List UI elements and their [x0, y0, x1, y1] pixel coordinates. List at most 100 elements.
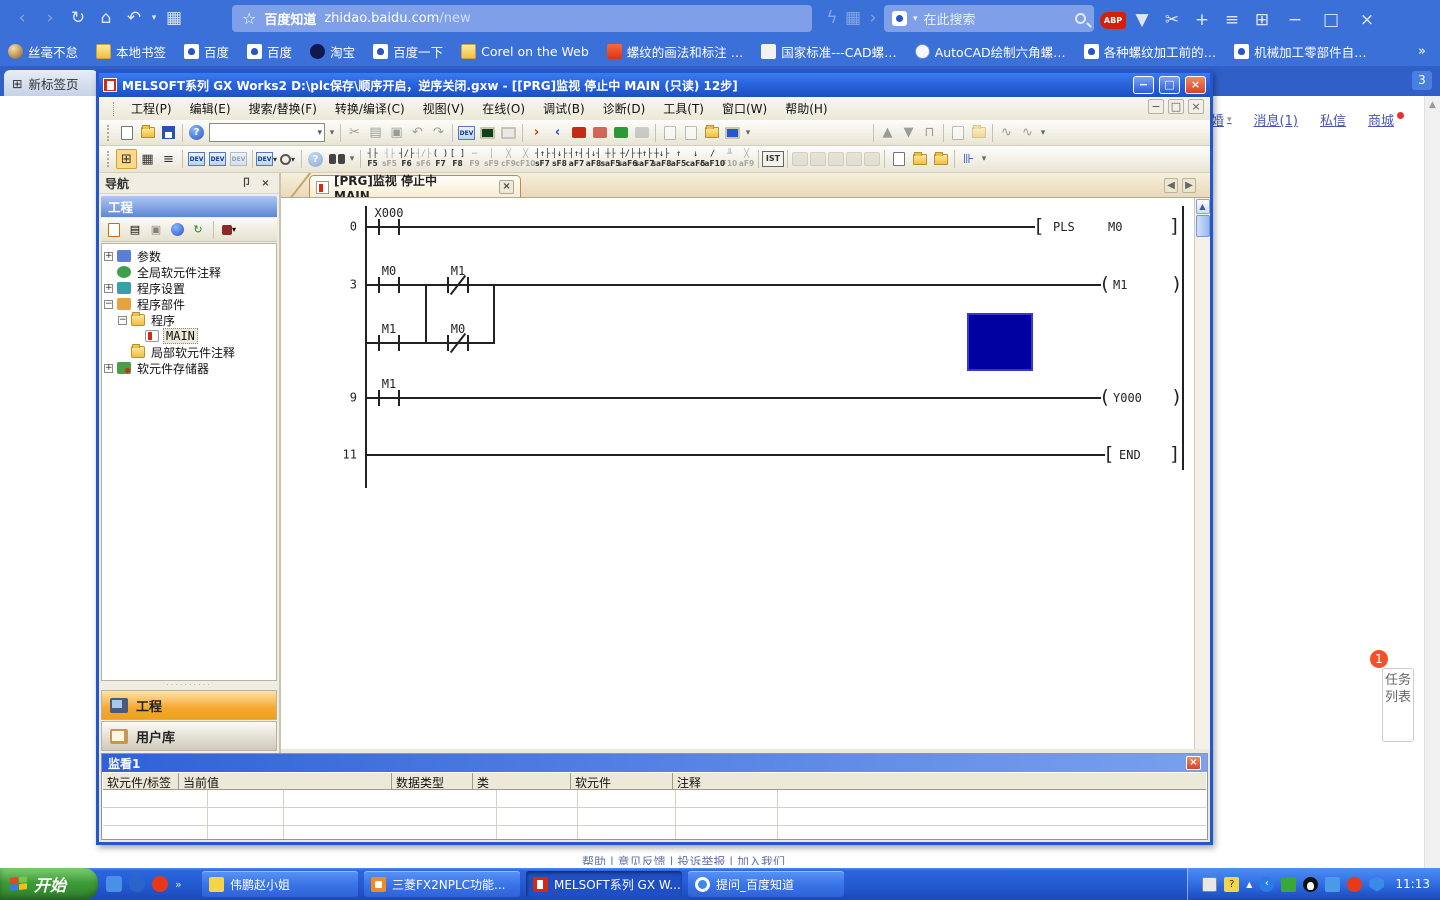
- bookmark-jump-icon[interactable]: [701, 123, 722, 143]
- nav-new-icon[interactable]: [105, 221, 123, 238]
- ladder-symbol-key[interactable]: ┤↓┤ aF8: [585, 148, 602, 171]
- melsoft-maximize-button[interactable]: □: [1159, 76, 1180, 94]
- document-tab-main[interactable]: [PRG]监视 停止中 MAIN... ×: [309, 175, 521, 198]
- melsoft-minimize-button[interactable]: −: [1133, 76, 1154, 94]
- ladder-symbol-key[interactable]: ┤↑┤ aF7: [568, 148, 585, 171]
- step-run-icon[interactable]: [680, 123, 701, 143]
- device-ccl-icon[interactable]: DEV: [228, 149, 249, 169]
- nav-filter-icon[interactable]: ▾: [220, 221, 238, 238]
- watch-column-header[interactable]: 软元件: [571, 773, 673, 789]
- ladder-symbol-key[interactable]: ( ) F7: [432, 148, 449, 171]
- search-engine-icon[interactable]: [892, 11, 907, 26]
- taskbar-clock[interactable]: 11:13: [1395, 877, 1430, 891]
- ladder-monitor-icon[interactable]: [477, 123, 498, 143]
- navigation-toggle-icon[interactable]: ⊞: [116, 149, 137, 169]
- menu-item[interactable]: 窗口(W): [713, 97, 776, 120]
- split-view-icon[interactable]: ▦: [160, 5, 188, 31]
- debug-step-in-icon[interactable]: ▲: [877, 123, 898, 143]
- find-binoculars-icon[interactable]: [326, 149, 347, 169]
- taskbar-button-melsoft[interactable]: MELSOFT系列 GX W...: [526, 871, 682, 897]
- watch-row[interactable]: [103, 808, 1206, 826]
- bookmark-item[interactable]: 各种螺纹加工前的…: [1084, 42, 1217, 61]
- edit-line-icon[interactable]: [810, 152, 826, 166]
- new-project-icon[interactable]: [116, 123, 137, 143]
- list-view-icon[interactable]: ≡: [158, 149, 179, 169]
- paste-icon[interactable]: ▣: [386, 123, 407, 143]
- search-box[interactable]: ▾ 在此搜索: [884, 5, 1094, 32]
- cut-icon[interactable]: ✂: [344, 123, 365, 143]
- ladder-symbol-key[interactable]: ┤↑├ sF7: [534, 148, 551, 171]
- watch-close-icon[interactable]: ×: [1186, 756, 1201, 770]
- download-icon[interactable]: ▼: [1128, 7, 1156, 33]
- device-search-icon[interactable]: ▾: [277, 149, 298, 169]
- tray-messenger-icon[interactable]: [1325, 877, 1340, 892]
- tree-item-program-setting[interactable]: + 程序设置: [102, 280, 276, 296]
- scroll-thumb[interactable]: [1196, 215, 1210, 237]
- tray-collapse-icon[interactable]: ▲: [1246, 880, 1252, 889]
- debug-step-out-icon[interactable]: ▼: [898, 123, 919, 143]
- pin-icon[interactable]: 卩: [239, 176, 254, 190]
- statement-display-icon[interactable]: [909, 149, 930, 169]
- watch-column-header[interactable]: 软元件/标签: [103, 773, 179, 789]
- monitor-watch-icon[interactable]: [610, 123, 631, 143]
- toolbar-overflow-icon5[interactable]: ▾: [979, 154, 989, 164]
- skin-icon[interactable]: ⊞: [1248, 7, 1276, 33]
- insert-row-icon[interactable]: [846, 152, 862, 166]
- ladder-symbol-key[interactable]: ↑ aF5: [670, 148, 687, 171]
- session-count-badge[interactable]: 3: [1412, 71, 1432, 90]
- ladder-symbol-key[interactable]: ┤/├ F6: [398, 148, 415, 171]
- back-icon[interactable]: ‹: [8, 5, 36, 31]
- melsoft-title-bar[interactable]: MELSOFT系列 GX Works2 D:\plc保存\顺序开启，逆序关闭.g…: [99, 73, 1210, 97]
- bookmark-item[interactable]: 螺纹的画法和标注 …: [607, 42, 743, 61]
- debug-jump-icon[interactable]: [968, 123, 989, 143]
- toolbar-overflow-icon4[interactable]: ▾: [347, 154, 357, 164]
- watch-column-header[interactable]: 注释: [673, 773, 1206, 789]
- mdi-restore-icon[interactable]: □: [1168, 99, 1184, 114]
- project-selector-combobox[interactable]: ▾: [209, 123, 325, 142]
- bookmark-item[interactable]: 百度: [184, 42, 229, 61]
- ladder-symbol-key[interactable]: ┼/├ saF6: [619, 148, 636, 171]
- tree-item-local-comment[interactable]: 局部软元件注释: [102, 344, 276, 360]
- favorite-star-icon[interactable]: ☆: [242, 9, 256, 28]
- monitor-stop-icon[interactable]: [589, 123, 610, 143]
- engine-dropdown-icon[interactable]: ▾: [913, 14, 918, 24]
- keyboard-icon[interactable]: [1202, 877, 1217, 892]
- nav-button-user-library[interactable]: 用户库: [101, 721, 277, 751]
- tray-browser-icon[interactable]: ‹: [1259, 877, 1274, 892]
- panel-resize-grip[interactable]: ..........: [99, 678, 279, 687]
- ladder-symbol-key[interactable]: ┼↑├ saF7: [636, 148, 653, 171]
- ladder-symbol-key[interactable]: ╳ cF10: [517, 148, 534, 171]
- jump-icon[interactable]: [659, 123, 680, 143]
- melsoft-close-button[interactable]: ×: [1185, 76, 1206, 94]
- tab-scroll-right-icon[interactable]: ▶: [1182, 178, 1196, 193]
- inline-st-icon[interactable]: [792, 152, 808, 166]
- read-from-plc-icon[interactable]: ‹: [547, 123, 568, 143]
- ladder-edit-cursor[interactable]: [967, 313, 1033, 371]
- ladder-symbol-key[interactable]: ┤/├ sF6: [415, 148, 432, 171]
- insert-column-icon[interactable]: [864, 152, 880, 166]
- quick-launch-360-icon[interactable]: [152, 876, 168, 892]
- bookmark-item[interactable]: 国家标准---CAD螺…: [761, 42, 896, 61]
- expand-icon[interactable]: +: [104, 284, 113, 293]
- tray-shield-icon[interactable]: [1369, 877, 1384, 892]
- menu-item[interactable]: 调试(B): [534, 97, 594, 120]
- redo-icon[interactable]: ↷: [428, 123, 449, 143]
- menu-item[interactable]: 编辑(E): [181, 97, 240, 120]
- bookmark-item[interactable]: AutoCAD绘制六角螺…: [915, 42, 1066, 61]
- window-close-icon[interactable]: ×: [1350, 7, 1384, 33]
- watch-row[interactable]: [103, 790, 1206, 808]
- ladder-symbol-key[interactable]: ┼↓├ saF8: [653, 148, 670, 171]
- bookmark-item[interactable]: 机械加工零部件自…: [1234, 42, 1367, 61]
- taskbar-button-zhidao[interactable]: 提问_百度知道: [688, 871, 844, 897]
- ladder-symbol-key[interactable]: ╳ aF9: [738, 148, 755, 171]
- module-configuration-icon[interactable]: ▦: [137, 149, 158, 169]
- menu-item[interactable]: 诊断(D): [594, 97, 655, 120]
- link-private-message[interactable]: 私信: [1320, 110, 1346, 129]
- task-list-tab[interactable]: 任务列表: [1382, 668, 1414, 742]
- nav-property-icon[interactable]: [168, 221, 186, 238]
- collapse-icon[interactable]: −: [104, 300, 113, 309]
- undo-icon[interactable]: ↶: [407, 123, 428, 143]
- device-memory-icon[interactable]: [498, 123, 519, 143]
- menu-item[interactable]: 在线(O): [473, 97, 534, 120]
- tab-new-tab-page[interactable]: ⊞ 新标签页: [4, 70, 98, 96]
